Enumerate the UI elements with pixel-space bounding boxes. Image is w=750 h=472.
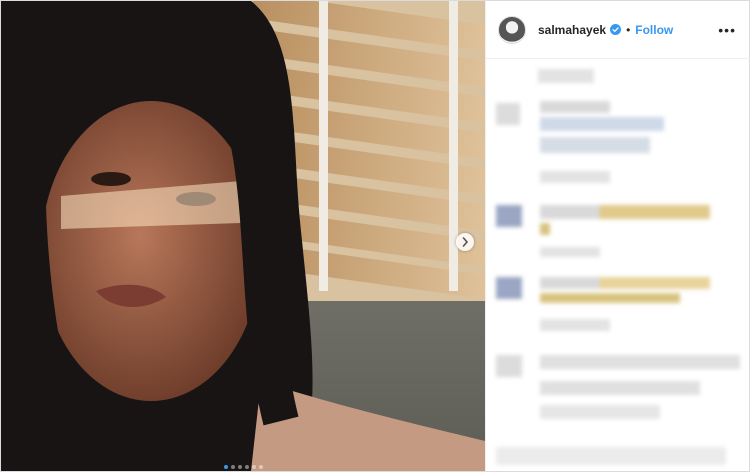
photo-image [1,1,485,471]
verified-badge-icon [610,24,622,35]
carousel-dot [237,465,242,469]
carousel-dot [230,465,235,469]
blurred-text [540,247,600,257]
post-header: salmahayek • Follow ••• [486,1,750,59]
carousel-dot-active [223,465,228,469]
blurred-text [540,205,710,219]
post-photo[interactable] [1,1,485,471]
chevron-right-icon [462,237,469,247]
blurred-text [540,101,610,113]
avatar[interactable] [498,15,526,44]
blurred-text [540,137,650,153]
blurred-avatar [496,277,522,299]
carousel-next-button[interactable] [456,233,474,251]
blurred-text [540,381,700,395]
more-options-icon[interactable]: ••• [718,22,736,38]
separator-dot: • [626,22,631,37]
username-link[interactable]: salmahayek [538,23,606,37]
follow-button[interactable]: Follow [635,23,673,37]
blurred-text [496,447,726,465]
blurred-text [540,319,610,331]
post-sidebar: salmahayek • Follow ••• [485,1,750,471]
blurred-avatar [496,355,522,377]
blurred-text [540,117,664,131]
blurred-text [540,355,740,369]
blurred-text [538,69,594,83]
carousel-dot [258,465,263,469]
blurred-avatar [496,103,520,125]
carousel-indicators [1,465,485,469]
blurred-text [540,293,680,303]
carousel-dot [251,465,256,469]
carousel-dot [244,465,249,469]
blurred-text [540,277,710,289]
blurred-text [540,405,660,419]
instagram-post: salmahayek • Follow ••• [0,0,750,472]
blurred-avatar [496,205,522,227]
blurred-text [540,171,610,183]
blurred-text [540,223,550,235]
